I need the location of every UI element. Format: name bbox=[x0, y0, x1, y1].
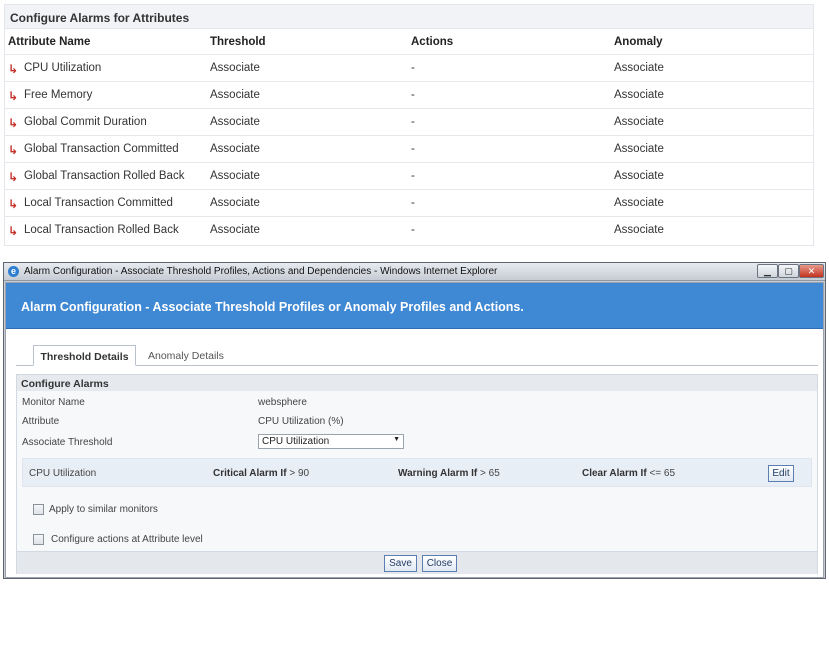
critical-alarm-label: Critical Alarm If bbox=[213, 468, 287, 479]
clear-alarm-rule: Clear Alarm If <= 65 bbox=[582, 468, 675, 479]
apply-similar-monitors-label: Apply to similar monitors bbox=[49, 504, 158, 515]
attribute-name: CPU Utilization bbox=[24, 62, 102, 74]
actions-value: - bbox=[411, 89, 415, 101]
column-header-attribute: Attribute Name bbox=[8, 36, 91, 48]
close-window-button[interactable]: ✕ bbox=[799, 264, 824, 278]
panel-title: Configure Alarms for Attributes bbox=[5, 5, 813, 29]
tab-threshold-details[interactable]: Threshold Details bbox=[33, 345, 136, 366]
dropdown-arrow-icon: ▼ bbox=[393, 436, 400, 443]
critical-alarm-rule: Critical Alarm If > 90 bbox=[213, 468, 309, 479]
attribute-value: CPU Utilization (%) bbox=[258, 416, 344, 427]
anomaly-associate-link[interactable]: Associate bbox=[614, 89, 664, 101]
ie-icon: e bbox=[8, 266, 19, 277]
column-header-anomaly: Anomaly bbox=[614, 36, 663, 48]
attributes-panel: Configure Alarms for Attributes Attribut… bbox=[4, 4, 814, 246]
table-row: ↳ CPU Utilization Associate - Associate bbox=[5, 55, 813, 82]
table-row: ↳ Global Commit Duration Associate - Associa… bbox=[5, 109, 813, 136]
row-arrow-icon: ↳ bbox=[8, 62, 19, 76]
threshold-associate-link[interactable]: Associate bbox=[210, 116, 260, 128]
attribute-name: Global Transaction Committed bbox=[24, 143, 179, 155]
row-arrow-icon: ↳ bbox=[8, 224, 19, 238]
window-titlebar[interactable]: e Alarm Configuration - Associate Thresh… bbox=[4, 263, 825, 281]
associate-threshold-label: Associate Threshold bbox=[22, 437, 113, 448]
actions-value: - bbox=[411, 197, 415, 209]
configure-alarms-panel: Configure Alarms Monitor Name websphere … bbox=[16, 374, 818, 574]
banner: Alarm Configuration - Associate Threshol… bbox=[6, 283, 823, 329]
row-arrow-icon: ↳ bbox=[8, 143, 19, 157]
actions-value: - bbox=[411, 62, 415, 74]
tab-anomaly-details[interactable]: Anomaly Details bbox=[148, 345, 224, 366]
table-row: ↳ Global Transaction Committed Associate - A… bbox=[5, 136, 813, 163]
configure-actions-label: Configure actions at Attribute level bbox=[51, 534, 203, 545]
threshold-associate-link[interactable]: Associate bbox=[210, 62, 260, 74]
edit-threshold-button[interactable]: Edit bbox=[768, 465, 794, 482]
actions-value: - bbox=[411, 170, 415, 182]
window-title: Alarm Configuration - Associate Threshol… bbox=[24, 266, 498, 277]
actions-value: - bbox=[411, 116, 415, 128]
threshold-associate-link[interactable]: Associate bbox=[210, 197, 260, 209]
threshold-profile-row: CPU Utilization Critical Alarm If > 90 W… bbox=[22, 458, 812, 487]
attribute-label: Attribute bbox=[22, 416, 60, 427]
actions-value: - bbox=[411, 224, 415, 236]
attribute-name: Local Transaction Rolled Back bbox=[24, 224, 179, 236]
dialog-button-bar: Save Close bbox=[17, 551, 817, 574]
attribute-name: Global Transaction Rolled Back bbox=[24, 170, 185, 182]
row-arrow-icon: ↳ bbox=[8, 197, 19, 211]
threshold-associate-link[interactable]: Associate bbox=[210, 143, 260, 155]
associate-threshold-select[interactable]: CPU Utilization ▼ bbox=[258, 434, 404, 449]
attribute-name: Global Commit Duration bbox=[24, 116, 147, 128]
maximize-button[interactable]: ▢ bbox=[778, 264, 799, 278]
window-content: Alarm Configuration - Associate Threshol… bbox=[5, 282, 824, 578]
anomaly-associate-link[interactable]: Associate bbox=[614, 116, 664, 128]
banner-title: Alarm Configuration - Associate Threshol… bbox=[21, 300, 524, 314]
monitor-name-value: websphere bbox=[258, 397, 307, 408]
column-header-actions: Actions bbox=[411, 36, 454, 48]
save-button[interactable]: Save bbox=[384, 555, 417, 572]
critical-alarm-value: > 90 bbox=[289, 468, 310, 479]
anomaly-associate-link[interactable]: Associate bbox=[614, 62, 664, 74]
anomaly-associate-link[interactable]: Associate bbox=[614, 197, 664, 209]
table-header: Attribute Name Threshold Actions Anomaly bbox=[5, 29, 813, 55]
row-arrow-icon: ↳ bbox=[8, 116, 19, 130]
apply-similar-monitors-checkbox[interactable] bbox=[33, 504, 44, 515]
tab-bar: Threshold Details Anomaly Details bbox=[16, 345, 818, 366]
associate-threshold-selected: CPU Utilization bbox=[262, 436, 330, 447]
actions-value: - bbox=[411, 143, 415, 155]
table-row: ↳ Local Transaction Rolled Back Associate -… bbox=[5, 217, 813, 244]
anomaly-associate-link[interactable]: Associate bbox=[614, 170, 664, 182]
anomaly-associate-link[interactable]: Associate bbox=[614, 143, 664, 155]
configure-actions-checkbox[interactable] bbox=[33, 534, 44, 545]
minimize-button[interactable]: ▁ bbox=[757, 264, 778, 278]
table-row: ↳ Local Transaction Committed Associate - As… bbox=[5, 190, 813, 217]
anomaly-associate-link[interactable]: Associate bbox=[614, 224, 664, 236]
warning-alarm-value: > 65 bbox=[480, 468, 500, 479]
configure-alarms-title: Configure Alarms bbox=[17, 375, 817, 391]
row-arrow-icon: ↳ bbox=[8, 170, 19, 184]
attribute-name: Local Transaction Committed bbox=[24, 197, 173, 209]
column-header-threshold: Threshold bbox=[210, 36, 266, 48]
monitor-name-label: Monitor Name bbox=[22, 397, 85, 408]
threshold-associate-link[interactable]: Associate bbox=[210, 224, 260, 236]
warning-alarm-label: Warning Alarm If bbox=[398, 468, 478, 479]
warning-alarm-rule: Warning Alarm If > 65 bbox=[398, 468, 500, 479]
threshold-profile-name: CPU Utilization bbox=[29, 468, 97, 479]
table-row: ↳ Free Memory Associate - Associate bbox=[5, 82, 813, 109]
attribute-name: Free Memory bbox=[24, 89, 93, 101]
table-row: ↳ Global Transaction Rolled Back Associate… bbox=[5, 163, 813, 190]
clear-alarm-label: Clear Alarm If bbox=[582, 468, 647, 479]
row-arrow-icon: ↳ bbox=[8, 89, 19, 103]
threshold-associate-link[interactable]: Associate bbox=[210, 170, 260, 182]
alarm-configuration-window: e Alarm Configuration - Associate Thresh… bbox=[3, 262, 826, 579]
threshold-associate-link[interactable]: Associate bbox=[210, 89, 260, 101]
clear-alarm-value: <= 65 bbox=[649, 468, 676, 479]
attributes-table-body: ↳ CPU Utilization Associate - Associate ↳ Free… bbox=[5, 55, 813, 244]
close-button[interactable]: Close bbox=[422, 555, 457, 572]
